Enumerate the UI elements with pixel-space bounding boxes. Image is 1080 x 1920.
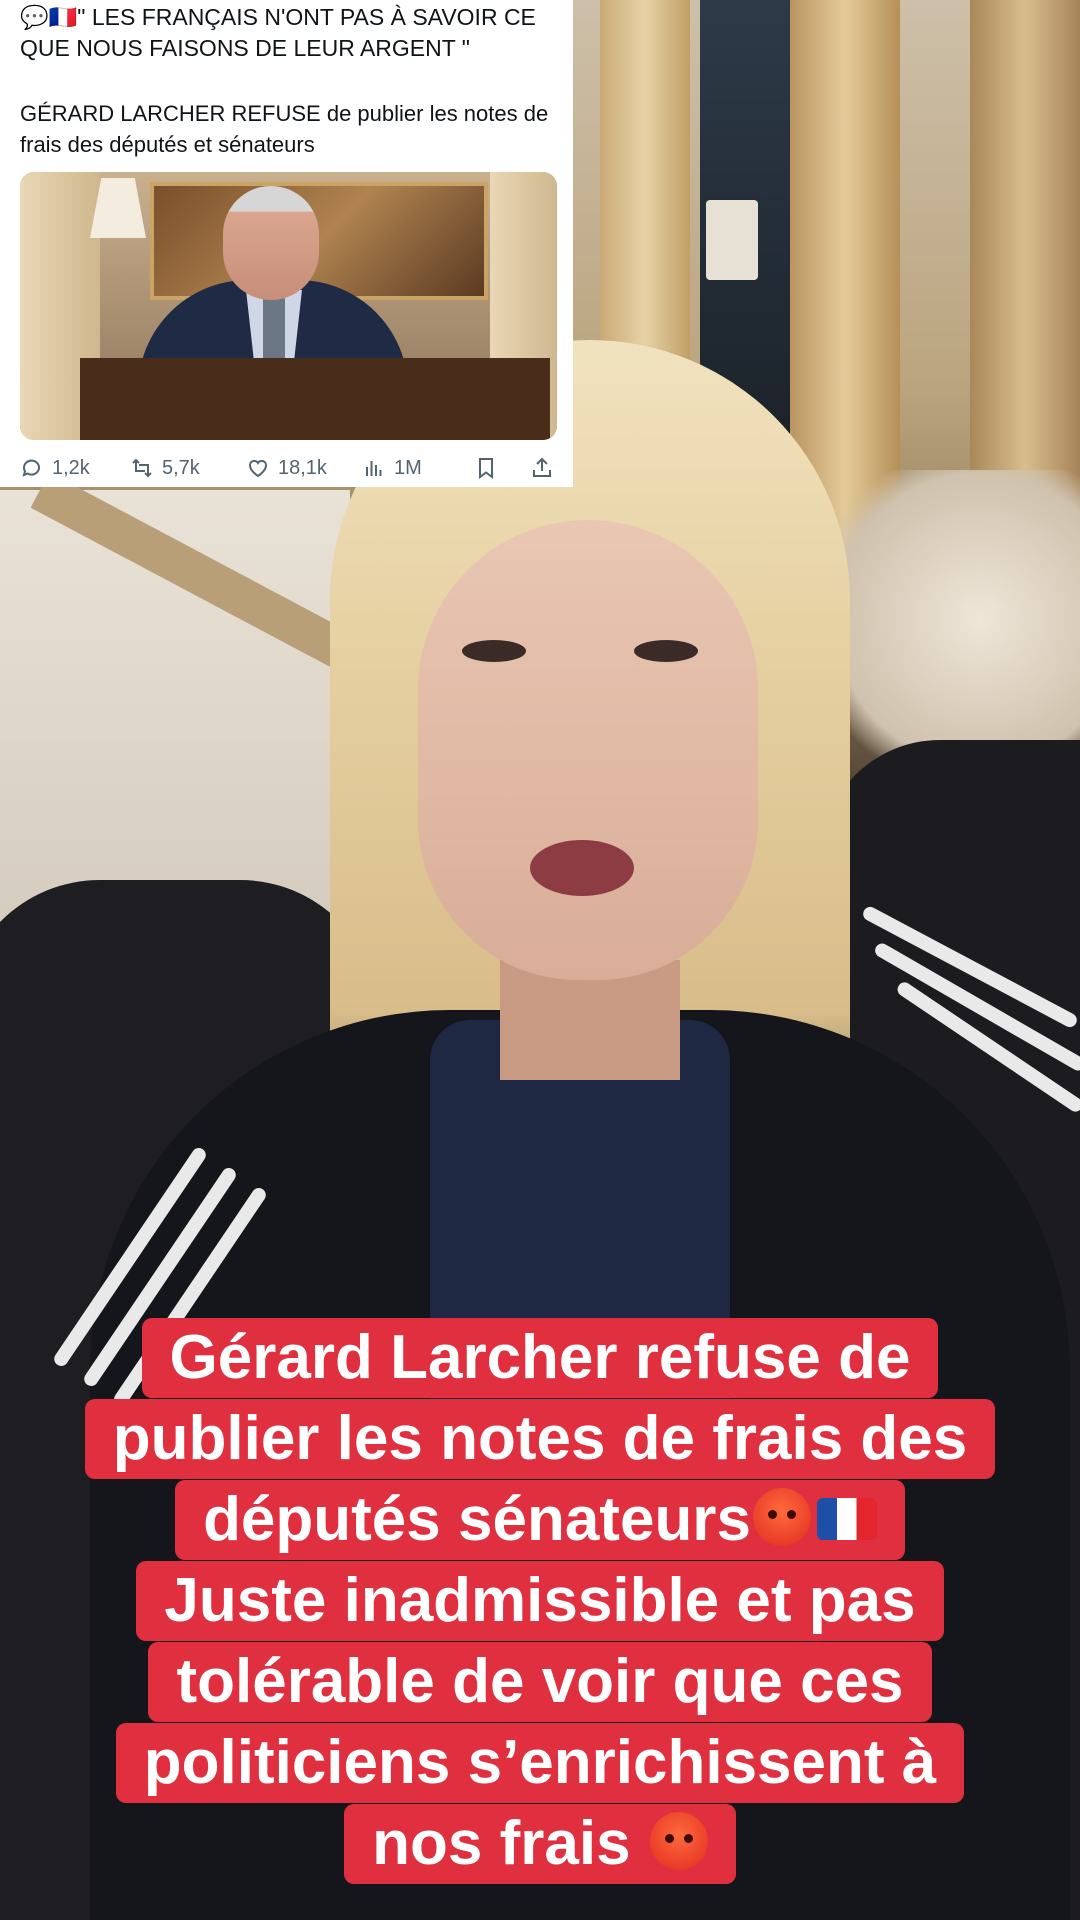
reply-count: 1,2k: [52, 456, 90, 479]
caption-line-text: députés sénateurs: [203, 1485, 751, 1554]
tweet-body-bold: GÉRARD LARCHER REFUSE: [20, 101, 321, 126]
views-count: 1M: [394, 456, 422, 479]
caption-line: députés sénateurs: [175, 1480, 905, 1560]
caption-line: Gérard Larcher refuse de: [141, 1318, 939, 1398]
tweet-body: GÉRARD LARCHER REFUSE de publier les not…: [20, 98, 565, 160]
retweet-count: 5,7k: [162, 456, 200, 479]
angry-face-icon: [649, 1812, 708, 1870]
light-switch: [706, 200, 758, 280]
caption-line: nos frais: [344, 1804, 736, 1884]
bookmark-icon: [479, 458, 493, 479]
like-icon: [249, 459, 267, 478]
share-icon: [533, 457, 551, 477]
tweet-headline-text: " LES FRANÇAIS N'ONT PAS À SAVOIR CE QUE…: [20, 4, 536, 61]
retweet-icon: [132, 458, 152, 478]
tweet-action-bar: 1,2k 5,7k 18,1k 1M: [0, 450, 573, 486]
reply-icon: [22, 459, 40, 477]
like-button[interactable]: 18,1k: [246, 450, 327, 486]
like-count: 18,1k: [278, 456, 327, 479]
angry-face-icon: [752, 1488, 811, 1546]
caption-line: publier les notes de frais des: [84, 1399, 996, 1479]
caption-line: tolérable de voir que ces: [148, 1642, 932, 1722]
reply-button[interactable]: 1,2k: [20, 450, 90, 486]
tweet-photo[interactable]: [20, 172, 557, 440]
caption-line-text: nos frais: [372, 1809, 631, 1878]
france-flag-icon: [816, 1498, 877, 1540]
person-eye: [634, 640, 698, 662]
tweet-card: 💬🇫🇷" LES FRANÇAIS N'ONT PAS À SAVOIR CE …: [0, 0, 573, 487]
tweet-headline: 💬🇫🇷" LES FRANÇAIS N'ONT PAS À SAVOIR CE …: [20, 2, 565, 63]
desk: [80, 358, 550, 440]
person-face: [418, 520, 758, 980]
bookmark-button[interactable]: [474, 450, 498, 486]
man-head: [223, 186, 319, 300]
curtain: [970, 0, 1080, 520]
video-caption: Gérard Larcher refuse de publier les not…: [60, 1318, 1020, 1885]
retweet-button[interactable]: 5,7k: [130, 450, 200, 486]
views-button[interactable]: 1M: [362, 450, 422, 486]
caption-line: politiciens s’enrichissent à: [115, 1723, 965, 1803]
speech-bubble-flag-icon: 💬🇫🇷: [20, 5, 78, 31]
views-icon: [366, 461, 382, 476]
caption-line: Juste inadmissible et pas: [136, 1561, 944, 1641]
person-eye: [462, 640, 526, 662]
share-button[interactable]: [530, 450, 554, 486]
person-mouth: [530, 840, 634, 896]
